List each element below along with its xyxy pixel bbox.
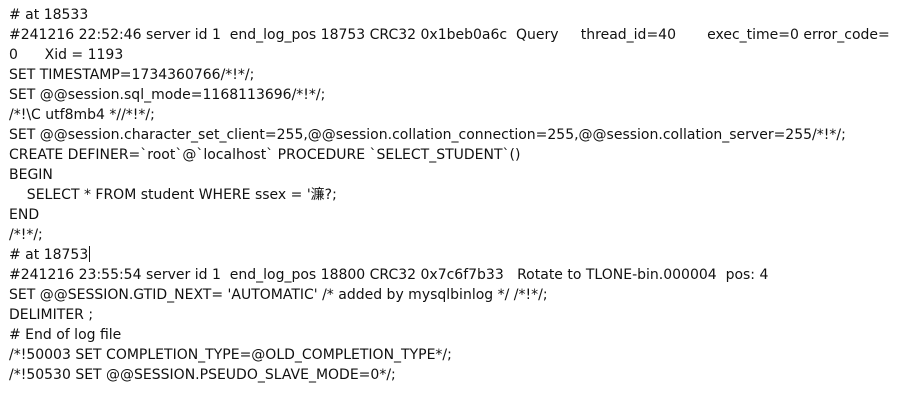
log-line: END [9,207,40,223]
log-line: # End of log file [9,327,122,343]
log-line: /*!*/; [9,227,43,243]
log-line: # at 18533 [9,7,89,23]
log-line: SET @@session.sql_mode=1168113696/*!*/; [9,87,326,103]
log-line: /*!\C utf8mb4 *//*!*/; [9,107,155,123]
log-line: DELIMITER ; [9,307,94,323]
log-line: #241216 22:52:46 server id 1 end_log_pos… [9,27,890,43]
log-line-text: # at 18753 [9,247,89,263]
log-line: BEGIN [9,167,53,183]
text-cursor [89,246,91,262]
log-line: #241216 23:55:54 server id 1 end_log_pos… [9,267,769,283]
log-line: 0 Xid = 1193 [9,47,124,63]
log-line-with-cursor: # at 18753 [9,245,91,265]
binlog-text-view[interactable]: # at 18533 #241216 22:52:46 server id 1 … [9,0,910,402]
log-line: SET TIMESTAMP=1734360766/*!*/; [9,67,255,83]
log-line: SET @@SESSION.GTID_NEXT= 'AUTOMATIC' /* … [9,287,548,303]
log-line: /*!50003 SET COMPLETION_TYPE=@OLD_COMPLE… [9,347,452,363]
log-line: SELECT * FROM student WHERE ssex = '濂?; [9,187,337,203]
log-line: CREATE DEFINER=`root`@`localhost` PROCED… [9,147,521,163]
log-line: SET @@session.character_set_client=255,@… [9,127,846,143]
log-line: /*!50530 SET @@SESSION.PSEUDO_SLAVE_MODE… [9,367,396,383]
